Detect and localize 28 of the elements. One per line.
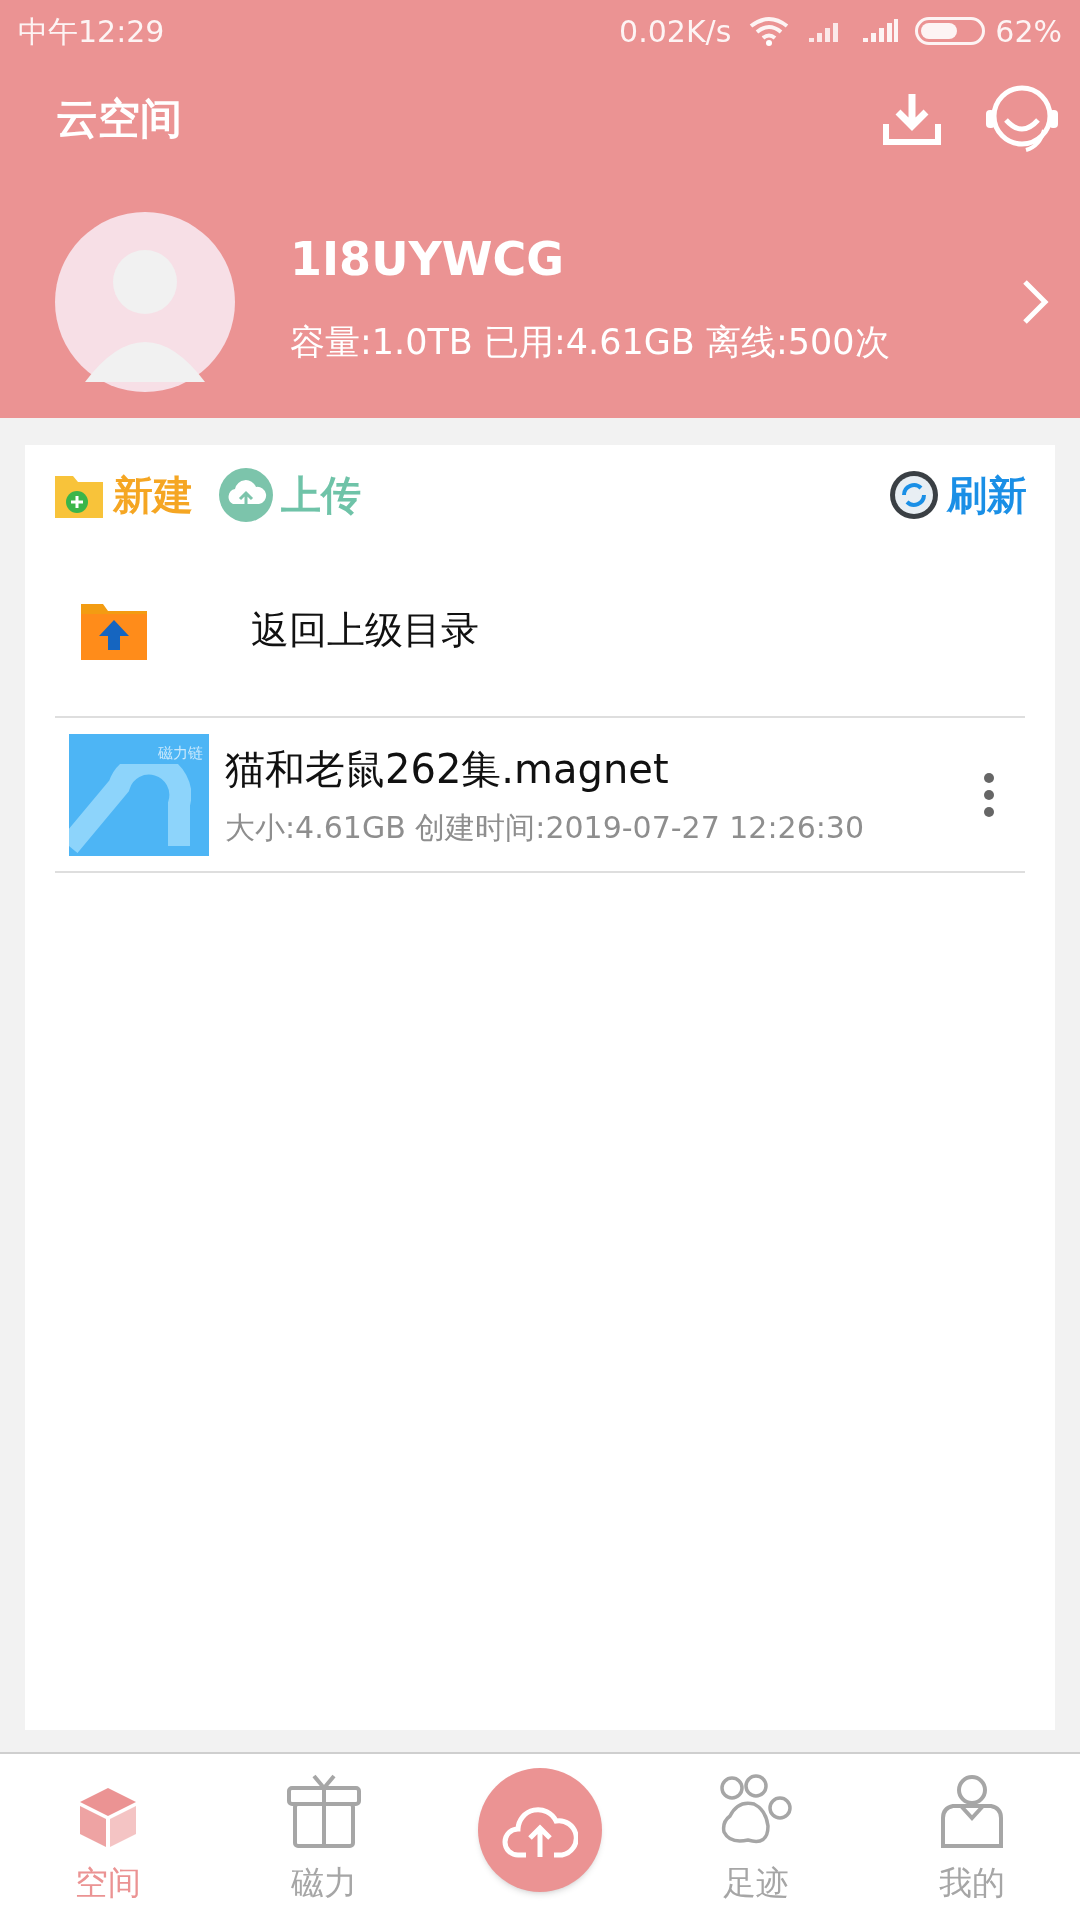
file-name: 返回上级目录 [251, 607, 479, 654]
magnet-icon [69, 763, 191, 856]
file-row[interactable]: 磁力链 猫和老鼠262集.magnet 大小:4.61GB 创建时间:2019-07-27 12:26:30 [55, 718, 1025, 873]
nav-tab[interactable]: 磁力 [216, 1754, 432, 1920]
file-row[interactable]: 返回上级目录 [55, 545, 1025, 718]
battery-percent: 62% [995, 12, 1062, 51]
file-meta: 大小:4.61GB 创建时间:2019-07-27 12:26:30 [225, 809, 865, 847]
nav-tab[interactable]: 足迹 [648, 1754, 864, 1920]
refresh-icon [889, 470, 939, 520]
page-title: 云空间 [56, 92, 182, 145]
signal-icon [861, 18, 900, 44]
more-icon[interactable] [983, 771, 995, 818]
cloud-upload-icon [219, 468, 273, 522]
new-button[interactable]: 新建 [53, 465, 193, 525]
nav-tab[interactable]: 我的 [864, 1754, 1080, 1920]
gift-icon [286, 1774, 362, 1850]
upload-button[interactable]: 上传 [219, 465, 361, 525]
person-icon [939, 1774, 1005, 1850]
storage-info: 容量:1.0TB 已用:4.61GB 离线:500次 [290, 320, 891, 364]
nav-tab[interactable]: 空间 [0, 1754, 216, 1920]
network-speed: 0.02K/s [619, 12, 732, 51]
refresh-button[interactable]: 刷新 [889, 465, 1027, 525]
thumbnail-label: 磁力链 [158, 742, 203, 760]
username: 1I8UYWCG [290, 235, 566, 282]
battery-icon [915, 17, 986, 45]
status-time: 中午12:29 [18, 12, 165, 51]
file-name: 猫和老鼠262集.magnet [225, 745, 670, 794]
wifi-icon [749, 16, 790, 46]
